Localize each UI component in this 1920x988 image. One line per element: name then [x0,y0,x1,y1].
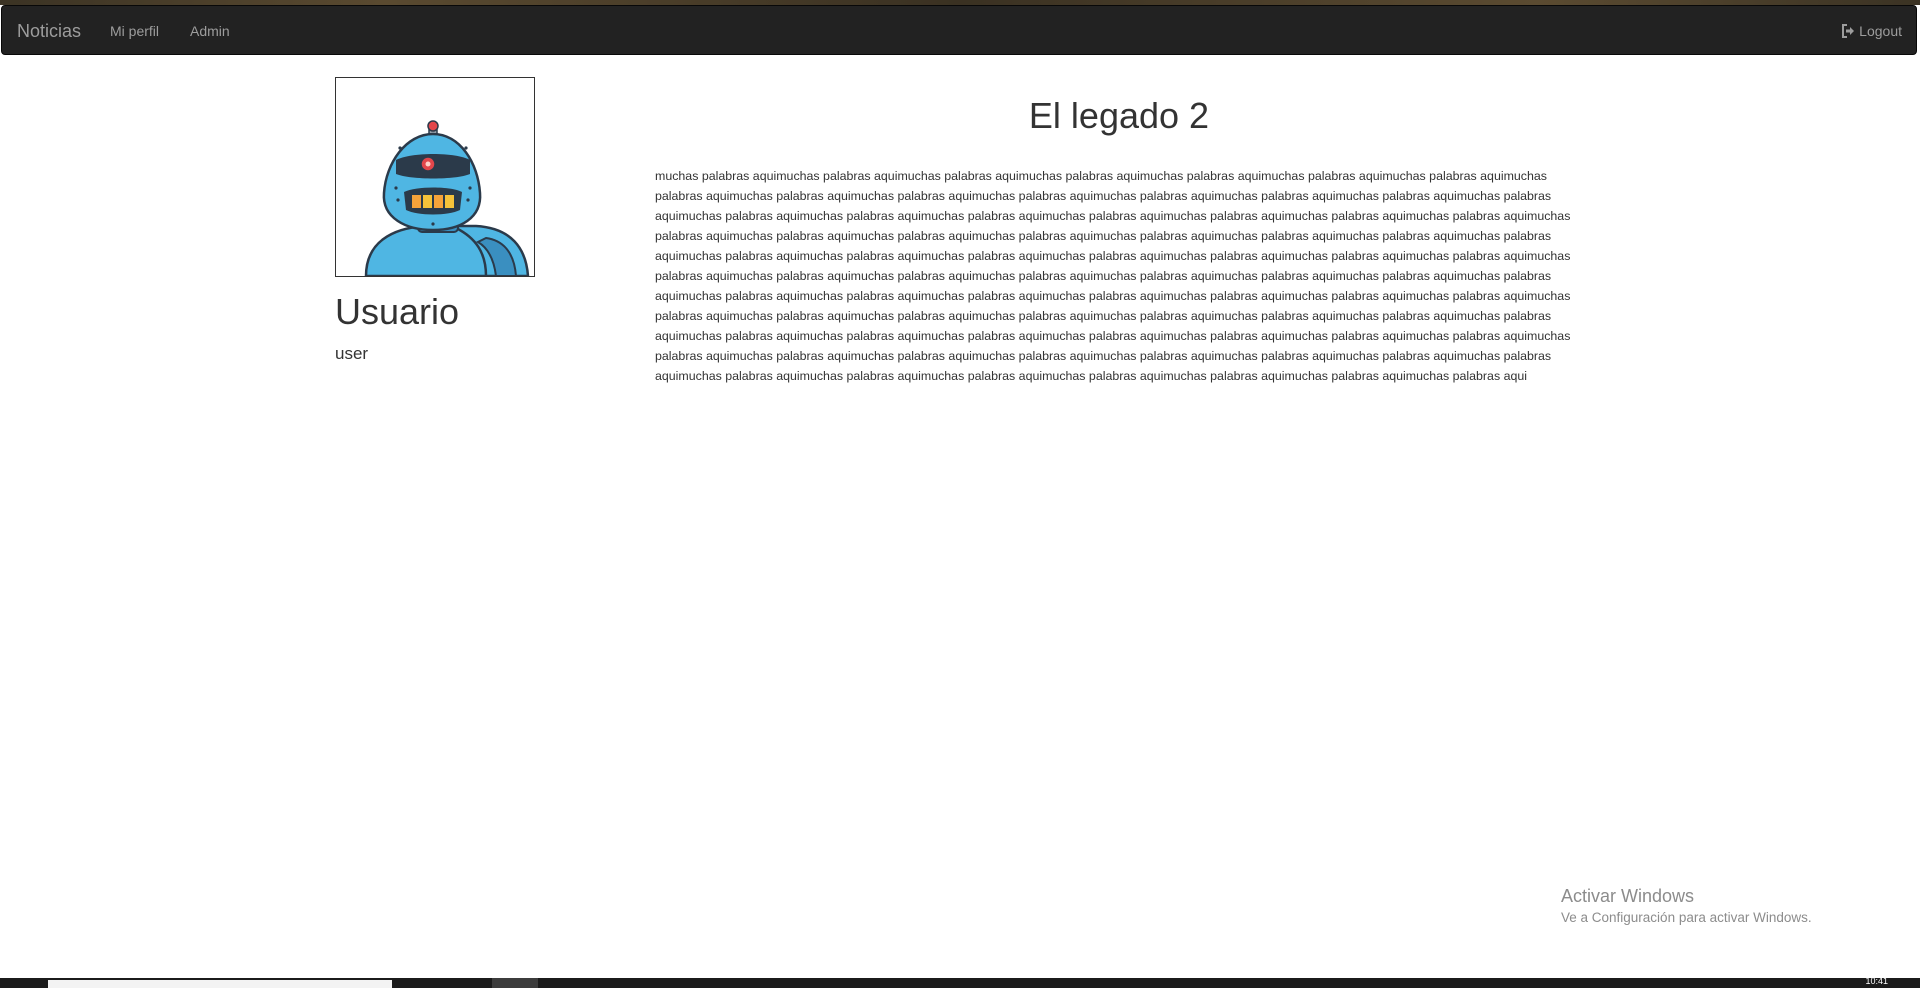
robot-avatar-illustration [364,120,530,276]
profile-name: Usuario [335,291,460,332]
activation-subtitle: Ve a Configuración para activar Windows. [1561,910,1812,925]
logout-label: Logout [1859,23,1902,39]
windows-taskbar: 10:41 [0,976,1920,988]
logout-icon [1842,24,1855,38]
taskbar-active-app[interactable] [492,978,538,988]
top-navbar: Noticias Mi perfil Admin Logout [1,5,1917,55]
activation-title: Activar Windows [1561,886,1695,906]
article-body: muchas palabras aquimuchas palabras aqui… [655,169,1571,383]
article-title: El legado 2 [1028,95,1210,136]
nav-link-admin[interactable]: Admin [190,6,230,56]
taskbar-clock[interactable]: 10:41 [1865,976,1888,986]
nav-link-mi-perfil[interactable]: Mi perfil [110,6,159,56]
profile-role: user [335,344,369,363]
taskbar-search-box[interactable] [48,980,392,988]
logout-button[interactable]: Logout [1841,6,1902,56]
windows-activation-watermark: Activar Windows Ve a Configuración para … [1561,884,1812,928]
navbar-brand[interactable]: Noticias [17,6,81,56]
profile-avatar [335,77,535,277]
